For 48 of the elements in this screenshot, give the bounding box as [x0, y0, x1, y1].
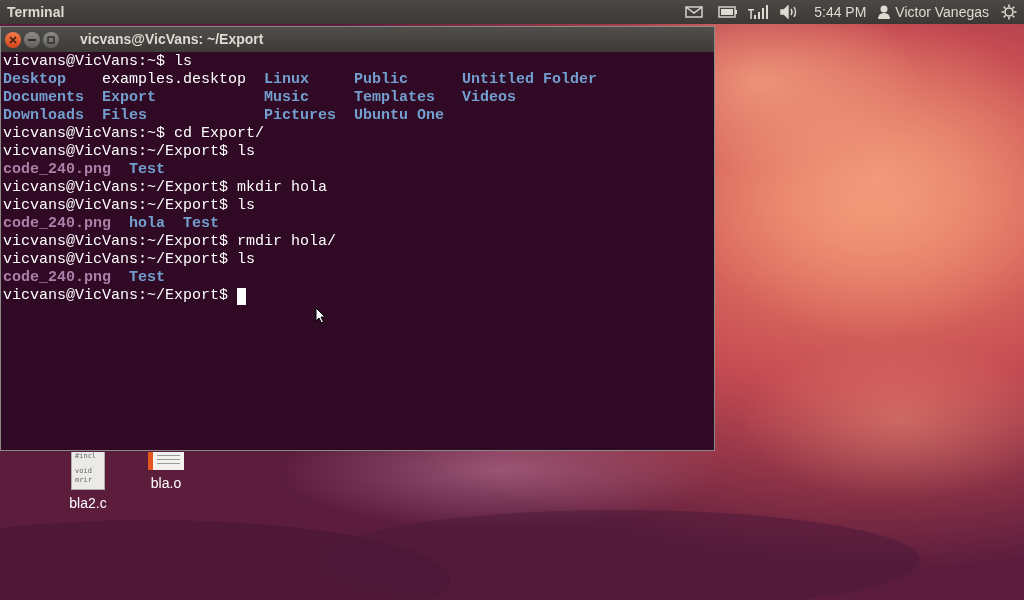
directory-name: Linux: [264, 71, 310, 89]
minimize-button[interactable]: [24, 31, 40, 48]
directory-name: Ubuntu One: [354, 107, 445, 125]
battery-icon[interactable]: [718, 6, 739, 18]
directory-name: Documents: [3, 89, 85, 107]
directory-name: Music: [264, 89, 310, 107]
signal-icon[interactable]: [748, 5, 769, 19]
user-icon[interactable]: [878, 5, 891, 19]
directory-name: hola: [129, 215, 166, 233]
document-icon[interactable]: [148, 452, 184, 470]
terminal-line: vicvans@VicVans:~$ cd Export/: [3, 125, 265, 143]
terminal-line: vicvans@VicVans:~/Export$: [3, 287, 230, 305]
directory-name: Public: [354, 71, 409, 89]
clock[interactable]: 5:44 PM: [814, 1, 867, 23]
terminal-line: vicvans@VicVans:~/Export$ ls: [3, 197, 256, 215]
icon-label[interactable]: bla.o: [150, 473, 182, 494]
directory-name: Pictures: [264, 107, 337, 125]
directory-name: Desktop: [3, 71, 67, 89]
maximize-button[interactable]: [43, 31, 59, 48]
minimize-icon: [28, 38, 36, 41]
user-name[interactable]: Victor Vanegas: [895, 1, 989, 23]
maximize-icon: [47, 35, 55, 44]
directory-name: Test: [129, 269, 166, 287]
directory-name: Videos: [462, 89, 517, 107]
power-icon[interactable]: [1001, 4, 1017, 20]
terminal-line: vicvans@VicVans:~/Export$ mkdir hola: [3, 179, 328, 197]
terminal-line: vicvans@VicVans:~/Export$ ls: [3, 251, 256, 269]
mail-icon[interactable]: [685, 6, 704, 18]
directory-name: Files: [102, 107, 148, 125]
close-button[interactable]: [5, 31, 21, 48]
directory-name: Downloads: [3, 107, 85, 125]
app-title: Terminal: [7, 2, 65, 22]
directory-name: Export: [102, 89, 157, 107]
file-name: code_240.png: [3, 215, 113, 233]
terminal-line: vicvans@VicVans:~$ ls: [3, 53, 193, 71]
file-name: code_240.png: [3, 161, 113, 179]
terminal-line: vicvans@VicVans:~/Export$ rmdir hola/: [3, 233, 337, 251]
terminal-line: vicvans@VicVans:~/Export$ ls: [3, 143, 256, 161]
window-title: vicvans@VicVans: ~/Export: [80, 30, 264, 49]
icon-label[interactable]: bla2.c: [69, 493, 107, 514]
directory-name: Test: [183, 215, 220, 233]
directory-name: Untitled Folder: [462, 71, 599, 89]
mouse-pointer-icon: [315, 307, 326, 324]
directory-name: Test: [129, 161, 166, 179]
directory-name: Templates: [354, 89, 436, 107]
close-icon: [9, 35, 17, 44]
file-name: code_240.png: [3, 269, 113, 287]
file-name: examples.desktop: [102, 71, 248, 89]
